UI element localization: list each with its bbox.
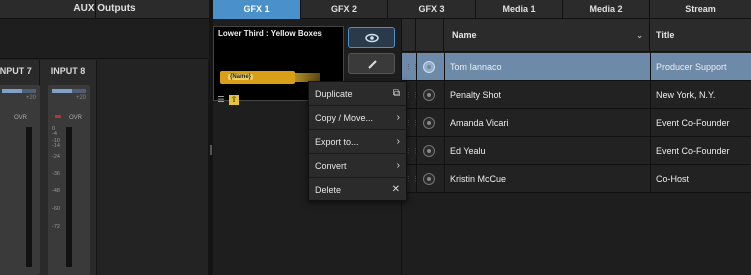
menu-item-duplicate[interactable]: Duplicate ⧉ bbox=[309, 82, 408, 106]
vu-value: +20 bbox=[75, 95, 86, 101]
row-select-radio[interactable] bbox=[423, 145, 435, 157]
menu-item-convert[interactable]: Convert › bbox=[309, 154, 408, 178]
db-tick-label: -72 bbox=[52, 224, 60, 230]
name-tag: {Name} bbox=[228, 74, 254, 80]
list-icon[interactable]: ☰ bbox=[216, 95, 226, 105]
edit-button[interactable] bbox=[348, 53, 395, 74]
duplicate-icon: ⧉ bbox=[392, 88, 400, 99]
table-row[interactable]: ⋮⋮ Tom Iannaco Producer Support bbox=[402, 53, 751, 81]
tab-media-1[interactable]: Media 1 bbox=[476, 0, 563, 19]
row-select-radio[interactable] bbox=[423, 173, 435, 185]
column-header-name[interactable]: Name ⌄ bbox=[444, 19, 650, 52]
tab-gfx-2[interactable]: GFX 2 bbox=[301, 0, 388, 19]
column-title-label: Title bbox=[656, 30, 675, 40]
menu-item-label: Duplicate bbox=[315, 89, 353, 99]
cell-name: Tom Iannaco bbox=[450, 62, 502, 72]
level-meter bbox=[66, 127, 72, 267]
ovr-label: OVR bbox=[14, 115, 28, 121]
db-tick-label: -48 bbox=[52, 188, 60, 194]
tab-gfx-1[interactable]: GFX 1 bbox=[213, 0, 301, 19]
input-label: INPUT 8 bbox=[50, 66, 86, 76]
chevron-right-icon: › bbox=[396, 160, 400, 171]
column-name-label: Name bbox=[452, 30, 477, 40]
cell-name: Kristin McCue bbox=[450, 174, 507, 184]
tab-gfx-3[interactable]: GFX 3 bbox=[388, 0, 476, 19]
input-channel-8: INPUT 8 +20 OVR 0 -4 -10 -14 -24 -36 -48 -60 -72 bbox=[40, 60, 97, 275]
row-select-radio[interactable] bbox=[423, 117, 435, 129]
db-tick-label: -14 bbox=[52, 143, 60, 149]
input-label: INPUT 7 bbox=[0, 66, 32, 76]
ovr-indicator bbox=[55, 115, 61, 118]
gfx-media-tabs: GFX 1 GFX 2 GFX 3 Media 1 Media 2 Stream bbox=[213, 0, 751, 19]
menu-item-label: Copy / Move... bbox=[315, 113, 374, 123]
vu-value: +20 bbox=[25, 95, 36, 101]
tab-media-2[interactable]: Media 2 bbox=[563, 0, 650, 19]
eye-icon bbox=[365, 33, 379, 43]
vu-peak-bar bbox=[2, 89, 36, 93]
ovr-label: OVR bbox=[69, 115, 83, 121]
handle-column-header bbox=[402, 19, 416, 52]
thumbnail-icons: ☰ ⇧ bbox=[216, 89, 242, 107]
column-header-title[interactable]: Title bbox=[650, 19, 751, 52]
cell-name: Amanda Vicari bbox=[450, 118, 509, 128]
tab-aux-outputs[interactable]: AUX Outputs bbox=[0, 0, 209, 19]
menu-item-label: Convert bbox=[315, 161, 347, 171]
table-row[interactable]: ⋮⋮ Penalty Shot New York, N.Y. bbox=[402, 81, 751, 109]
cell-title: Event Co-Founder bbox=[656, 118, 730, 128]
table-row[interactable]: ⋮⋮ Ed Yealu Event Co-Founder bbox=[402, 137, 751, 165]
preview-eye-button[interactable] bbox=[348, 27, 395, 48]
tab-stream[interactable]: Stream bbox=[650, 0, 751, 19]
db-tick-label: -24 bbox=[52, 154, 60, 160]
radio-column-header bbox=[416, 19, 444, 52]
cell-title: Co-Host bbox=[656, 174, 690, 184]
cell-title: Event Co-Founder bbox=[656, 146, 730, 156]
chevron-down-icon[interactable]: ⌄ bbox=[636, 19, 643, 52]
close-icon: ✕ bbox=[391, 184, 400, 195]
menu-item-export-to[interactable]: Export to... › bbox=[309, 130, 408, 154]
pencil-icon bbox=[368, 60, 377, 69]
cell-name: Penalty Shot bbox=[450, 90, 502, 100]
chevron-right-icon: › bbox=[396, 136, 400, 147]
cell-title: New York, N.Y. bbox=[656, 90, 716, 100]
level-meter bbox=[26, 127, 32, 267]
menu-item-label: Delete bbox=[315, 185, 342, 195]
context-menu: Duplicate ⧉ Copy / Move... › Export to..… bbox=[308, 81, 408, 202]
cell-name: Ed Yealu bbox=[450, 146, 486, 156]
thumbnail-title: Lower Third : Yellow Boxes bbox=[218, 29, 322, 38]
cell-title: Producer Support bbox=[656, 62, 727, 72]
channel-strip: +20 OVR 0 -4 -10 -14 -24 -36 -48 -60 -72 bbox=[48, 85, 90, 275]
row-select-radio[interactable] bbox=[423, 89, 435, 101]
aux-tab-label: AUX Outputs bbox=[73, 3, 136, 14]
table-row[interactable]: ⋮⋮ Amanda Vicari Event Co-Founder bbox=[402, 109, 751, 137]
aux-toolbar bbox=[0, 19, 209, 59]
channel-strip: +20 OVR bbox=[0, 85, 40, 275]
vu-peak-bar bbox=[52, 89, 86, 93]
db-tick-label: -60 bbox=[52, 206, 60, 212]
menu-item-label: Export to... bbox=[315, 137, 359, 147]
table-row[interactable]: ⋮⋮ Kristin McCue Co-Host bbox=[402, 165, 751, 193]
input-channel-7: INPUT 7 +20 OVR bbox=[0, 60, 40, 275]
upload-icon[interactable]: ⇧ bbox=[229, 95, 239, 105]
menu-item-delete[interactable]: Delete ✕ bbox=[309, 178, 408, 202]
db-tick-label: -4 bbox=[52, 131, 57, 137]
menu-item-copy-move[interactable]: Copy / Move... › bbox=[309, 106, 408, 130]
row-select-radio[interactable] bbox=[423, 61, 435, 73]
chevron-right-icon: › bbox=[396, 112, 400, 123]
mixer-empty-area bbox=[97, 60, 209, 275]
db-tick-label: -36 bbox=[52, 171, 60, 177]
tab-divider bbox=[95, 0, 96, 19]
